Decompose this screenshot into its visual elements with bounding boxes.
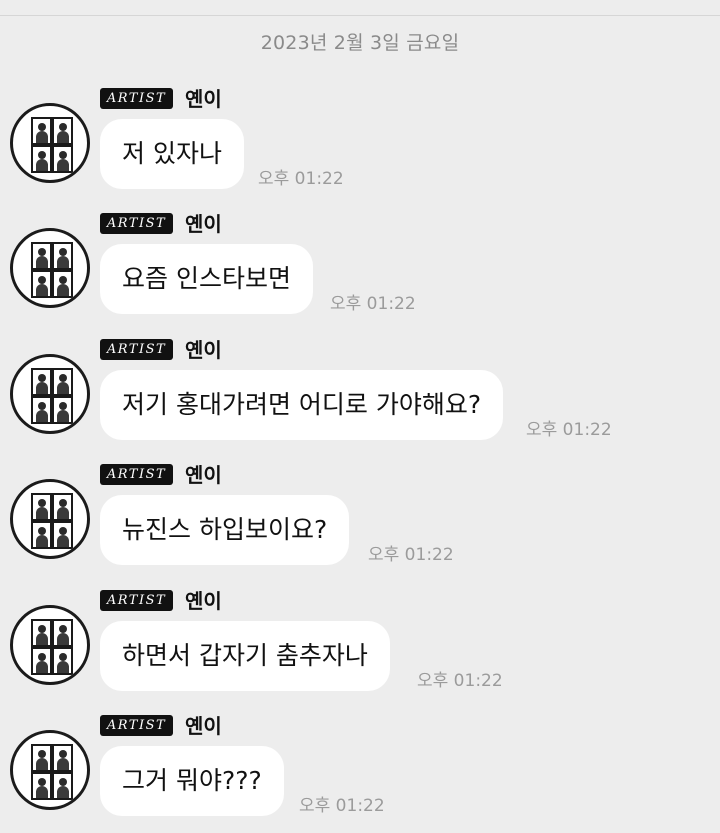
photo-strip-icon xyxy=(31,493,73,549)
artist-badge: ARTIST xyxy=(100,88,173,109)
avatar[interactable] xyxy=(10,730,90,810)
message-time: 오후 01:22 xyxy=(526,420,612,440)
message-row: ARTIST 옌이 뉴진스 하입보이요? 오후 01:22 xyxy=(0,462,720,582)
message-row: ARTIST 옌이 하면서 갑자기 춤추자나 오후 01:22 xyxy=(0,588,720,708)
artist-badge: ARTIST xyxy=(100,590,173,611)
message-bubble[interactable]: 요즘 인스타보면 xyxy=(100,244,313,314)
artist-badge: ARTIST xyxy=(100,339,173,360)
photo-strip-icon xyxy=(31,619,73,675)
artist-badge: ARTIST xyxy=(100,715,173,736)
sender-name: 옌이 xyxy=(185,212,222,236)
sender-name: 옌이 xyxy=(185,714,222,738)
photo-strip-icon xyxy=(31,242,73,298)
message-row: ARTIST 옌이 요즘 인스타보면 오후 01:22 xyxy=(0,211,720,331)
sender-name: 옌이 xyxy=(185,589,222,613)
avatar[interactable] xyxy=(10,228,90,308)
message-time: 오후 01:22 xyxy=(299,796,385,816)
sender-name: 옌이 xyxy=(185,463,222,487)
message-row: ARTIST 옌이 저 있자나 오후 01:22 xyxy=(0,86,720,206)
sender-name: 옌이 xyxy=(185,87,222,111)
message-row: ARTIST 옌이 저기 홍대가려면 어디로 가야해요? 오후 01:22 xyxy=(0,337,720,457)
message-time: 오후 01:22 xyxy=(368,545,454,565)
sender-name: 옌이 xyxy=(185,338,222,362)
avatar[interactable] xyxy=(10,354,90,434)
artist-badge: ARTIST xyxy=(100,464,173,485)
message-row: ARTIST 옌이 그거 뭐야??? 오후 01:22 xyxy=(0,713,720,833)
avatar[interactable] xyxy=(10,479,90,559)
photo-strip-icon xyxy=(31,744,73,800)
photo-strip-icon xyxy=(31,117,73,173)
artist-badge: ARTIST xyxy=(100,213,173,234)
message-time: 오후 01:22 xyxy=(417,671,503,691)
message-time: 오후 01:22 xyxy=(330,294,416,314)
message-time: 오후 01:22 xyxy=(258,169,344,189)
photo-strip-icon xyxy=(31,368,73,424)
avatar[interactable] xyxy=(10,103,90,183)
message-bubble[interactable]: 저기 홍대가려면 어디로 가야해요? xyxy=(100,370,504,440)
avatar[interactable] xyxy=(10,605,90,685)
message-bubble[interactable]: 그거 뭐야??? xyxy=(100,746,284,816)
message-bubble[interactable]: 하면서 갑자기 춤추자나 xyxy=(100,621,390,691)
date-header: 2023년 2월 3일 금요일 xyxy=(260,32,460,54)
message-bubble[interactable]: 저 있자나 xyxy=(100,119,244,189)
message-bubble[interactable]: 뉴진스 하입보이요? xyxy=(100,495,350,565)
top-divider xyxy=(0,15,720,16)
